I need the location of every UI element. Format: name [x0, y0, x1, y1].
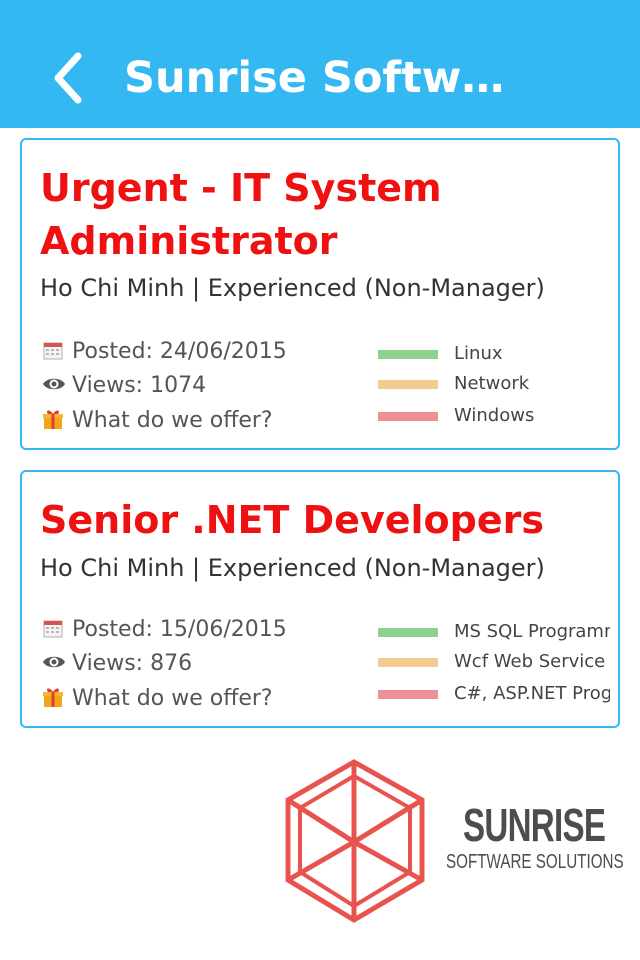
back-button[interactable] — [44, 48, 96, 108]
hexagon-logo-icon — [285, 759, 425, 923]
tag-color-bar — [378, 658, 438, 667]
view-count: Views: 1074 — [42, 371, 206, 401]
offer-text: What do we offer? — [72, 408, 273, 433]
tag-color-bar — [378, 628, 438, 637]
tag-label: C#, ASP.NET Programming — [454, 683, 610, 704]
job-location-level: Ho Chi Minh | Experienced (Non-Manager) — [40, 554, 545, 582]
job-title: Urgent - IT System Administrator — [40, 166, 442, 263]
top-app-bar: Sunrise Softwar… — [0, 0, 640, 128]
company-logo: SUNRISE SOFTWARE SOLUTIONS — [280, 752, 630, 932]
tag-label: Network — [454, 373, 530, 394]
job-card[interactable]: Urgent - IT System Administrator Ho Chi … — [20, 138, 620, 450]
tag-color-bar — [378, 350, 438, 359]
job-title: Senior .NET Developers — [40, 498, 544, 542]
skill-tag: Windows — [378, 403, 614, 429]
job-location-level: Ho Chi Minh | Experienced (Non-Manager) — [40, 274, 545, 302]
offer-link[interactable]: What do we offer? — [42, 406, 273, 436]
posted-text: Posted: 15/06/2015 — [72, 617, 287, 642]
tag-label: Linux — [454, 343, 503, 364]
skill-tag: C#, ASP.NET Programming — [378, 681, 614, 707]
skill-tag: MS SQL Programming — [378, 619, 614, 645]
posted-date: Posted: 24/06/2015 — [42, 337, 287, 367]
views-text: Views: 1074 — [72, 373, 207, 398]
offer-link[interactable]: What do we offer? — [42, 684, 273, 714]
views-text: Views: 876 — [72, 651, 193, 676]
tag-label: Wcf Web Service — [454, 651, 606, 672]
tag-color-bar — [378, 690, 438, 699]
tag-color-bar — [378, 412, 438, 421]
tag-label: MS SQL Programming — [454, 621, 610, 642]
skill-tag: Wcf Web Service — [378, 649, 614, 675]
tag-label: Windows — [454, 405, 535, 426]
skill-tag: Network — [378, 371, 614, 397]
eye-icon — [42, 651, 66, 673]
page-title: Sunrise Softwar… — [124, 53, 524, 103]
posted-date: Posted: 15/06/2015 — [42, 615, 287, 645]
tag-color-bar — [378, 380, 438, 389]
job-card[interactable]: Senior .NET Developers Ho Chi Minh | Exp… — [20, 470, 620, 728]
calendar-icon — [42, 339, 66, 361]
gift-icon — [42, 408, 66, 430]
view-count: Views: 876 — [42, 649, 192, 679]
logo-tagline: SOFTWARE SOLUTIONS — [446, 851, 624, 873]
chevron-left-icon — [54, 52, 82, 104]
logo-wordmark: SUNRISE — [463, 799, 606, 851]
posted-text: Posted: 24/06/2015 — [72, 339, 287, 364]
offer-text: What do we offer? — [72, 686, 273, 711]
eye-icon — [42, 373, 66, 395]
gift-icon — [42, 686, 66, 708]
skill-tag: Linux — [378, 341, 614, 367]
calendar-icon — [42, 617, 66, 639]
